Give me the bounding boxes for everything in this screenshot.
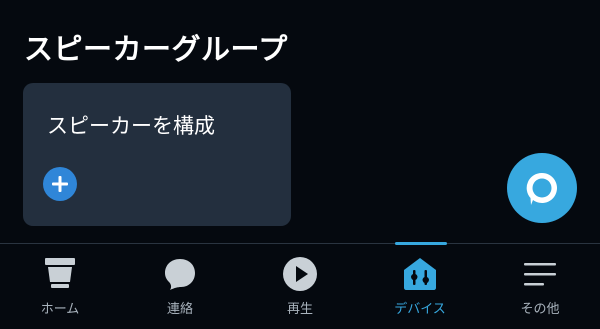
add-speaker-group-button[interactable]: [43, 167, 77, 201]
nav-label-communicate: 連絡: [166, 302, 193, 317]
menu-icon: [522, 256, 558, 292]
page-title: スピーカーグループ: [24, 32, 288, 66]
nav-label-play: 再生: [286, 302, 313, 317]
nav-item-more[interactable]: その他: [480, 244, 600, 329]
alexa-icon: [526, 172, 557, 205]
nav-item-home[interactable]: ホーム: [0, 244, 120, 329]
nav-item-devices[interactable]: デバイス: [360, 244, 480, 329]
devices-icon: [402, 256, 438, 292]
bottom-navigation: ホーム 連絡 再生 デバイス その他: [0, 242, 600, 329]
play-icon: [282, 256, 318, 292]
alexa-button[interactable]: [507, 153, 577, 223]
configure-speakers-card[interactable]: スピーカーを構成: [23, 83, 291, 226]
chat-bubble-icon: [162, 256, 198, 292]
configure-speakers-label: スピーカーを構成: [47, 114, 215, 138]
nav-item-communicate[interactable]: 連絡: [120, 244, 240, 329]
plus-icon: [52, 176, 68, 192]
nav-label-devices: デバイス: [394, 302, 446, 317]
nav-item-play[interactable]: 再生: [240, 244, 360, 329]
nav-label-home: ホーム: [40, 302, 80, 317]
nav-label-more: その他: [520, 302, 560, 317]
home-icon: [42, 256, 78, 292]
